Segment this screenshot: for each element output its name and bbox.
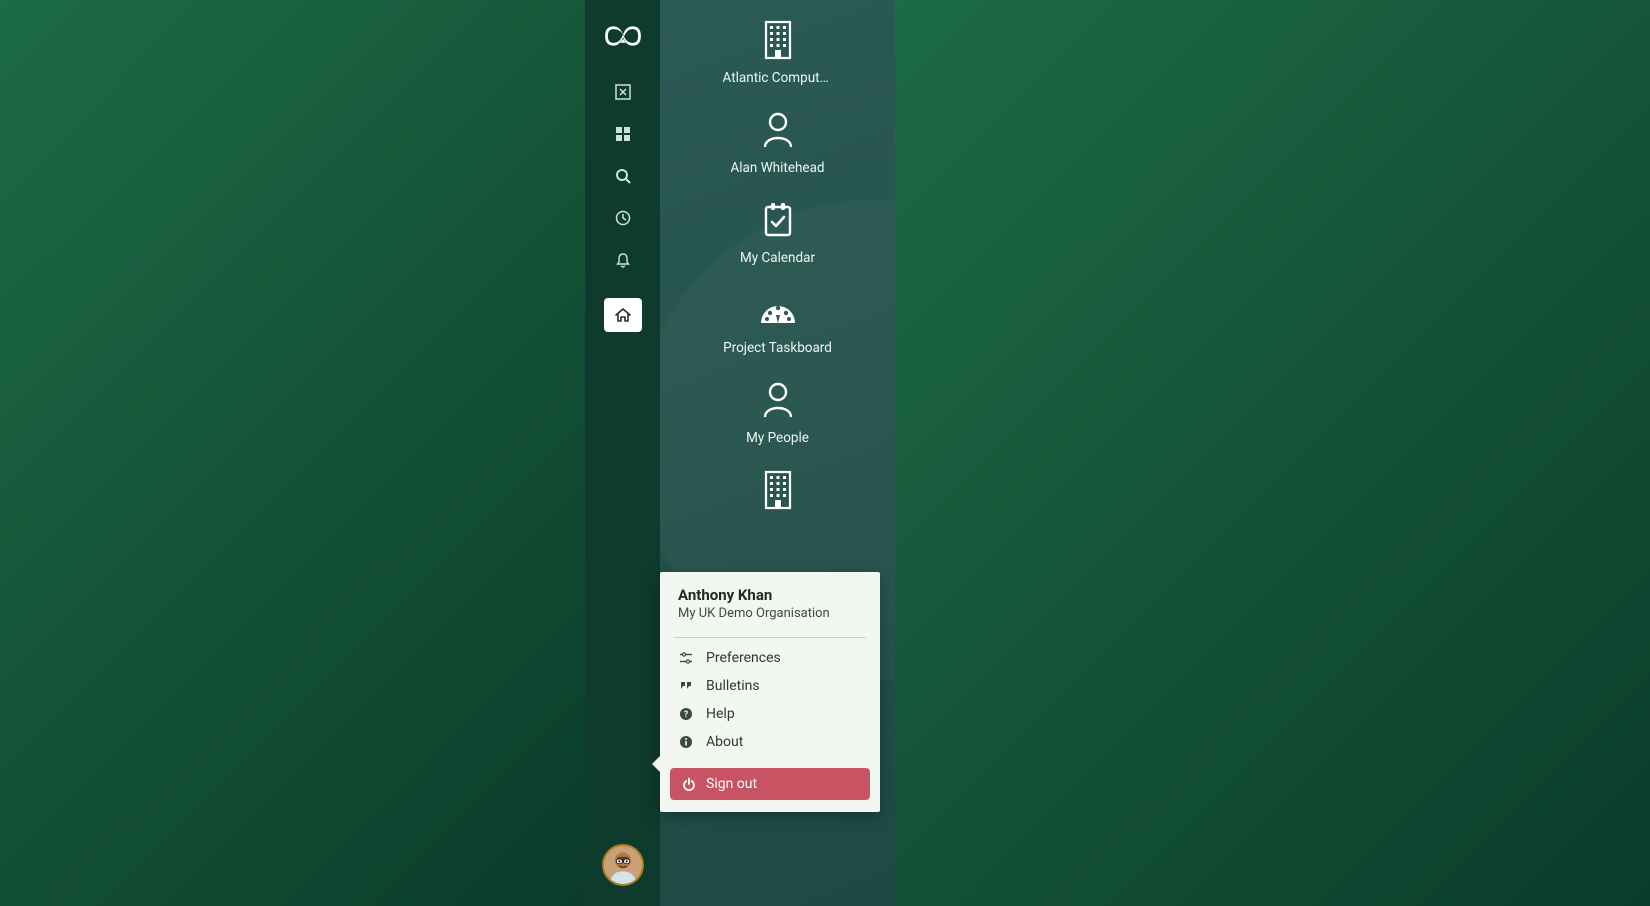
power-icon: [682, 777, 696, 791]
user-menu-popup: Anthony Khan My UK Demo Organisation Pre…: [660, 572, 880, 812]
favorite-label: Project Taskboard: [723, 340, 833, 356]
favorite-label: Atlantic Computers: [723, 70, 833, 86]
user-avatar[interactable]: [602, 844, 644, 886]
favorite-item-company[interactable]: Atlantic Computers: [660, 20, 895, 86]
nav-clock-icon[interactable]: [609, 204, 637, 232]
background-left: [0, 0, 585, 906]
nav-home-button[interactable]: [604, 298, 642, 332]
menu-bulletins[interactable]: Bulletins: [660, 672, 880, 700]
building-icon: [758, 470, 798, 510]
nav-sidebar: [585, 0, 660, 906]
help-icon: ?: [678, 706, 694, 722]
signout-button[interactable]: Sign out: [670, 768, 870, 800]
user-icon: [758, 380, 798, 420]
menu-label: About: [706, 734, 743, 750]
popup-org-name: My UK Demo Organisation: [678, 606, 862, 621]
menu-label: Help: [706, 706, 735, 722]
background-right: [895, 0, 1650, 906]
favorite-label: Alan Whitehead: [723, 160, 833, 176]
nav-bell-icon[interactable]: [609, 246, 637, 274]
favorite-label: My Calendar: [723, 250, 833, 266]
favorite-label: My People: [723, 430, 833, 446]
popup-user-name: Anthony Khan: [678, 586, 862, 604]
building-icon: [758, 20, 798, 60]
calendar-check-icon: [758, 200, 798, 240]
menu-help[interactable]: ? Help: [660, 700, 880, 728]
sliders-icon: [678, 650, 694, 666]
signout-label: Sign out: [706, 776, 757, 792]
favorite-item-people[interactable]: My People: [660, 380, 895, 446]
favorite-item-person[interactable]: Alan Whitehead: [660, 110, 895, 176]
favorite-item-calendar[interactable]: My Calendar: [660, 200, 895, 266]
favorite-item-company-2[interactable]: [660, 470, 895, 520]
menu-about[interactable]: About: [660, 728, 880, 756]
info-icon: [678, 734, 694, 750]
menu-label: Bulletins: [706, 678, 760, 694]
favorite-item-taskboard[interactable]: Project Taskboard: [660, 290, 895, 356]
menu-label: Preferences: [706, 650, 781, 666]
nav-search-icon[interactable]: [609, 162, 637, 190]
app-logo: [599, 12, 647, 60]
nav-close-icon[interactable]: [609, 78, 637, 106]
quote-icon: [678, 678, 694, 694]
user-icon: [758, 110, 798, 150]
nav-grid-icon[interactable]: [609, 120, 637, 148]
dashboard-icon: [758, 290, 798, 330]
svg-text:?: ?: [684, 710, 689, 720]
menu-preferences[interactable]: Preferences: [660, 644, 880, 672]
divider: [674, 637, 866, 638]
